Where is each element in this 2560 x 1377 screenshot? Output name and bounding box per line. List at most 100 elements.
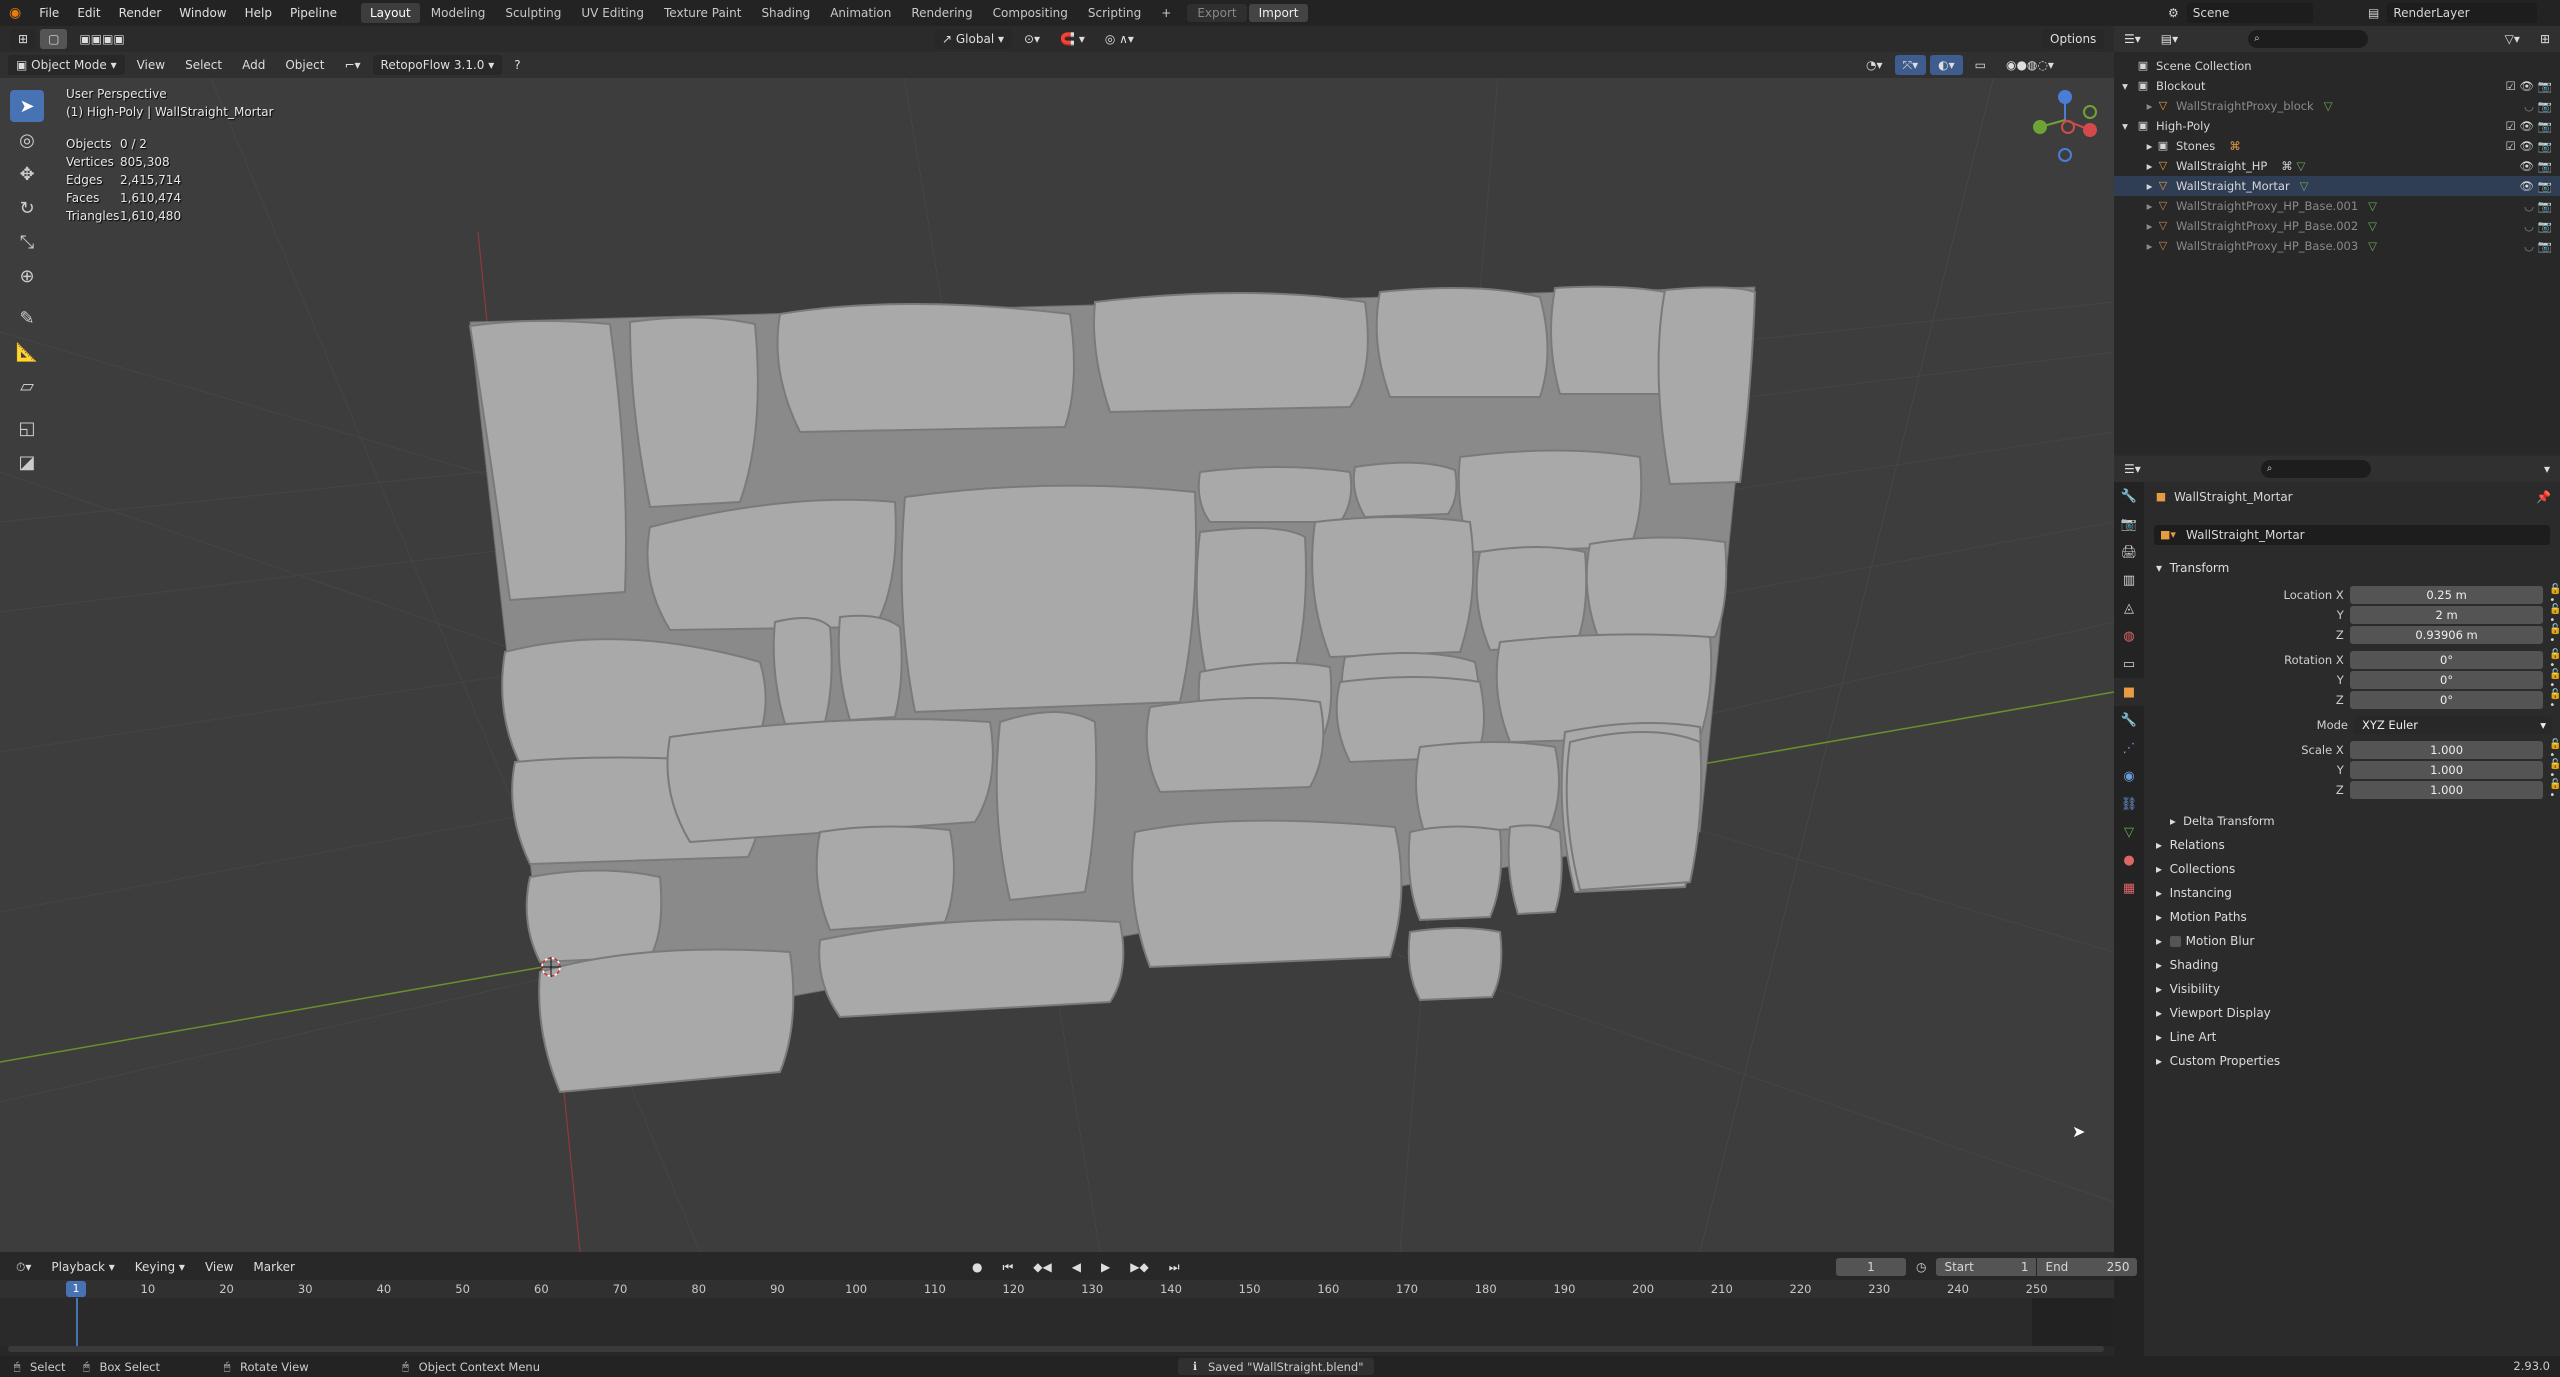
filter-icon[interactable]: ▽▾ (2497, 29, 2528, 49)
timeline-scrollbar[interactable] (8, 1346, 2104, 1352)
tab-animation[interactable]: Animation (821, 3, 900, 23)
viewport-menu-add[interactable]: Add (234, 55, 273, 75)
tab-rendering[interactable]: Rendering (902, 3, 981, 23)
scale-z-field[interactable]: 1.000 (2349, 781, 2544, 799)
record-icon[interactable]: ● (964, 1257, 990, 1277)
panel-instancing[interactable]: ▸ Instancing (2144, 881, 2232, 905)
transform-tool-icon[interactable]: ⊕ (10, 260, 44, 292)
collection-tab-icon[interactable]: ▭ (2114, 650, 2144, 678)
render-tab-icon[interactable]: 📷 (2114, 510, 2144, 538)
menu-window[interactable]: Window (170, 0, 235, 26)
outliner-row[interactable]: ▸ ▽ WallStraightProxy_block ▽ ◡ 📷 (2114, 96, 2560, 116)
panel-shading[interactable]: ▸ Shading (2144, 953, 2218, 977)
outliner-row[interactable]: ▾ ▣ Blockout ☑ 👁 📷 (2114, 76, 2560, 96)
tab-uv-editing[interactable]: UV Editing (572, 3, 653, 23)
move-tool-icon[interactable]: ✥ (10, 158, 44, 190)
object-tab-icon[interactable]: ■ (2114, 678, 2144, 706)
tab-texture-paint[interactable]: Texture Paint (655, 3, 750, 23)
visibility-icon[interactable]: ◔▾ (1858, 55, 1891, 75)
play-reverse-icon[interactable]: ◀ (1064, 1257, 1089, 1277)
overlay-icon[interactable]: ◐▾ (1930, 55, 1963, 75)
world-tab-icon[interactable]: ◍ (2114, 622, 2144, 650)
rotation-z-field[interactable]: 0° (2349, 691, 2544, 709)
transform-panel-header[interactable]: ▾ Transform (2144, 556, 2229, 580)
pin-icon[interactable]: 📌 (2536, 490, 2551, 504)
annotate-tool-icon[interactable]: ✎ (10, 302, 44, 334)
location-y-field[interactable]: 2 m (2349, 606, 2544, 624)
panel-collections[interactable]: ▸ Collections (2144, 857, 2235, 881)
tab-layout[interactable]: Layout (360, 3, 420, 23)
options-dropdown[interactable]: Options (2042, 29, 2105, 49)
menu-help[interactable]: Help (236, 0, 281, 26)
panel-motion-blur[interactable]: ▸ Motion Blur (2144, 929, 2254, 953)
scene-name[interactable]: Scene (2186, 3, 2313, 23)
outliner-editor-icon[interactable]: ☰▾ (2116, 29, 2149, 49)
prev-key-icon[interactable]: ◆◀ (1025, 1257, 1059, 1277)
scene-selector[interactable]: ⚙ Scene (2168, 3, 2313, 23)
outliner-row[interactable]: ▸ ▽ WallStraight_HP ⌘ ▽ 👁 📷 (2114, 156, 2560, 176)
rotation-y-field[interactable]: 0° (2349, 671, 2544, 689)
cursor-tool-icon[interactable]: ◎ (10, 124, 44, 156)
material-tab-icon[interactable]: ● (2114, 846, 2144, 874)
editor-type-icon[interactable]: ⊞ (10, 29, 37, 49)
blender-logo-icon[interactable]: ◉ (0, 0, 30, 26)
start-frame-field[interactable]: Start 1 (1936, 1258, 2037, 1276)
timeline-editor-icon[interactable]: ⏱▾ (8, 1257, 39, 1277)
tab-sculpting[interactable]: Sculpting (496, 3, 570, 23)
select-tool-icon[interactable]: ➤ (10, 90, 44, 122)
panel-line-art[interactable]: ▸ Line Art (2144, 1025, 2216, 1049)
outliner-row[interactable]: ▣ Scene Collection (2114, 56, 2560, 76)
panel-motion-paths[interactable]: ▸ Motion Paths (2144, 905, 2247, 929)
scene-tab-icon[interactable]: ◬ (2114, 594, 2144, 622)
shading-modes-icon[interactable]: ◉●◍◌▾ (1998, 55, 2062, 75)
timeline-menu-playback[interactable]: Playback ▾ (43, 1257, 122, 1277)
outliner-row[interactable]: ▸ ▽ WallStraightProxy_HP_Base.002 ▽ ◡ 📷 (2114, 216, 2560, 236)
panel-visibility[interactable]: ▸ Visibility (2144, 977, 2220, 1001)
object-mode-dropdown[interactable]: ▣ Object Mode ▾ (8, 55, 125, 75)
motion-blur-checkbox[interactable] (2169, 935, 2181, 947)
delta-transform-subpanel[interactable]: ▸ Delta Transform (2158, 809, 2275, 833)
current-frame-field[interactable]: 1 (1836, 1258, 1906, 1276)
timeline-keyframe-area[interactable] (0, 1298, 2114, 1346)
proportional-edit-icon[interactable]: ◎ ∧▾ (1097, 29, 1142, 49)
viewport-menu-select[interactable]: Select (177, 55, 230, 75)
tab-compositing[interactable]: Compositing (984, 3, 1077, 23)
measure-tool-icon[interactable]: 📐 (10, 336, 44, 368)
object-name-field[interactable]: ■▾ WallStraight_Mortar (2154, 525, 2550, 545)
timeline-menu-marker[interactable]: Marker (245, 1257, 302, 1277)
rotation-mode-dropdown[interactable]: XYZ Euler ▾ (2354, 716, 2552, 734)
outliner-row[interactable]: ▸ ▣ Stones ⌘ ☑ 👁 📷 (2114, 136, 2560, 156)
outliner-row[interactable]: ▸ ▽ WallStraightProxy_HP_Base.003 ▽ ◡ 📷 (2114, 236, 2560, 256)
outliner-search-input[interactable]: ⌕ (2248, 30, 2369, 48)
menu-file[interactable]: File (30, 0, 68, 26)
scale-y-field[interactable]: 1.000 (2349, 761, 2544, 779)
jump-end-icon[interactable]: ⏭ (1161, 1257, 1188, 1277)
next-key-icon[interactable]: ▶◆ (1122, 1257, 1156, 1277)
playhead[interactable]: 1 (66, 1281, 86, 1297)
panel-custom-properties[interactable]: ▸ Custom Properties (2144, 1049, 2280, 1073)
viewport-menu-object[interactable]: Object (277, 55, 332, 75)
snap-icon[interactable]: 🧲 ▾ (1052, 29, 1093, 49)
timeline-menu-keying[interactable]: Keying ▾ (127, 1257, 193, 1277)
rotate-tool-icon[interactable]: ↻ (10, 192, 44, 224)
location-z-field[interactable]: 0.93906 m (2349, 626, 2544, 644)
outliner-row[interactable]: ▾ ▣ High-Poly ☑ 👁 📷 (2114, 116, 2560, 136)
location-x-field[interactable]: 0.25 m (2349, 586, 2544, 604)
render-layer-name[interactable]: RenderLayer (2387, 3, 2538, 23)
menu-edit[interactable]: Edit (68, 0, 109, 26)
3d-viewport[interactable] (0, 52, 2114, 1252)
retopo-icon[interactable]: ⌐▾ (336, 55, 368, 75)
orientation-dropdown[interactable]: ↗ Global ▾ (934, 29, 1012, 49)
play-icon[interactable]: ▶ (1093, 1257, 1118, 1277)
add-workspace-icon[interactable]: + (1152, 3, 1180, 23)
end-frame-field[interactable]: End 250 (2037, 1258, 2138, 1276)
panel-viewport-display[interactable]: ▸ Viewport Display (2144, 1001, 2271, 1025)
retopo-tool-icon[interactable]: ◱ (10, 412, 44, 444)
retopo-tool-2-icon[interactable]: ◪ (10, 446, 44, 478)
help-icon[interactable]: ? (506, 55, 528, 75)
properties-options-icon[interactable]: ▾ (2536, 459, 2558, 479)
viewport-menu-view[interactable]: View (129, 55, 173, 75)
properties-search-input[interactable]: ⌕ (2260, 460, 2371, 478)
texture-tab-icon[interactable]: ▦ (2114, 874, 2144, 902)
tab-shading[interactable]: Shading (752, 3, 819, 23)
